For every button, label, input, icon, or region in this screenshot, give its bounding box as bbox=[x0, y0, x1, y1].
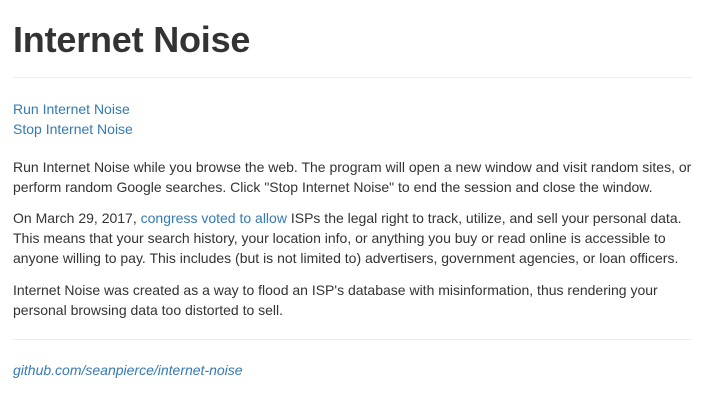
congress-voted-link[interactable]: congress voted to allow bbox=[141, 210, 287, 226]
law-paragraph: On March 29, 2017, congress voted to all… bbox=[13, 208, 703, 268]
action-links: Run Internet Noise Stop Internet Noise bbox=[13, 99, 133, 139]
stop-internet-noise-link[interactable]: Stop Internet Noise bbox=[13, 119, 133, 139]
footer-divider bbox=[13, 339, 692, 340]
github-repo-link[interactable]: github.com/seanpierce/internet-noise bbox=[13, 360, 243, 380]
intro-paragraph: Run Internet Noise while you browse the … bbox=[13, 159, 692, 195]
law-prefix-text: On March 29, 2017, bbox=[13, 210, 141, 226]
header-divider bbox=[13, 77, 692, 78]
page-title: Internet Noise bbox=[13, 19, 251, 60]
purpose-paragraph: Internet Noise was created as a way to f… bbox=[13, 282, 658, 318]
run-internet-noise-link[interactable]: Run Internet Noise bbox=[13, 99, 133, 119]
